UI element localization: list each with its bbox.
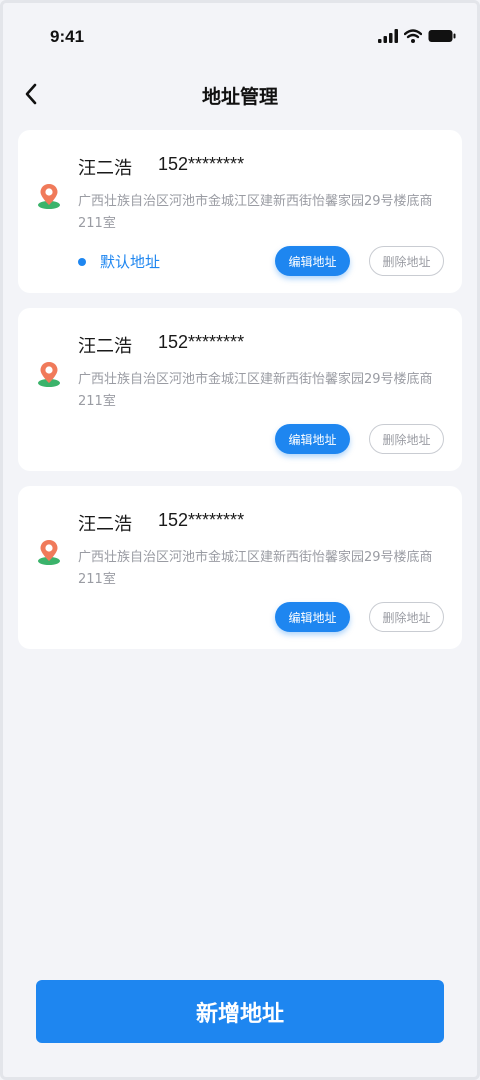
nav-bar: 地址管理 (0, 72, 480, 116)
default-dot (78, 257, 86, 266)
contact-name: 汪二浩 (78, 336, 132, 357)
delete-address-button[interactable]: 删除地址 (369, 602, 444, 632)
battery-icon (428, 30, 456, 42)
contact-name: 汪二浩 (78, 158, 132, 179)
address-card: 汪二浩 152******** 广西壮族自治区河池市金城江区建新西街怡馨家园29… (18, 486, 462, 649)
status-bar: 9:41 (0, 0, 480, 70)
edit-address-button[interactable]: 编辑地址 (275, 246, 350, 276)
edit-address-button[interactable]: 编辑地址 (275, 424, 350, 454)
add-address-button[interactable]: 新增地址 (36, 980, 444, 1043)
signal-icon (378, 29, 398, 43)
address-text: 广西壮族自治区河池市金城江区建新西街怡馨家园29号楼底商211室 (78, 550, 433, 587)
contact-name: 汪二浩 (78, 514, 132, 535)
address-text: 广西壮族自治区河池市金城江区建新西街怡馨家园29号楼底商211室 (78, 372, 433, 409)
delete-address-button[interactable]: 删除地址 (369, 424, 444, 454)
wifi-icon (404, 29, 422, 43)
delete-address-button[interactable]: 删除地址 (369, 246, 444, 276)
location-pin-icon (38, 184, 60, 209)
address-card: 汪二浩 152******** 广西壮族自治区河池市金城江区建新西街怡馨家园29… (18, 130, 462, 293)
contact-phone: 152******** (158, 332, 245, 352)
page-title: 地址管理 (201, 86, 278, 108)
status-time: 9:41 (50, 27, 85, 46)
contact-phone: 152******** (158, 154, 245, 174)
contact-phone: 152******** (158, 510, 245, 530)
edit-address-button[interactable]: 编辑地址 (275, 602, 350, 632)
default-address-label: 默认地址 (100, 253, 161, 271)
status-icons (378, 29, 456, 43)
address-text: 广西壮族自治区河池市金城江区建新西街怡馨家园29号楼底商211室 (78, 194, 433, 231)
address-card: 汪二浩 152******** 广西壮族自治区河池市金城江区建新西街怡馨家园29… (18, 308, 462, 471)
location-pin-icon (38, 362, 60, 387)
location-pin-icon (38, 540, 60, 565)
default-address-tag: 默认地址 (78, 251, 160, 272)
